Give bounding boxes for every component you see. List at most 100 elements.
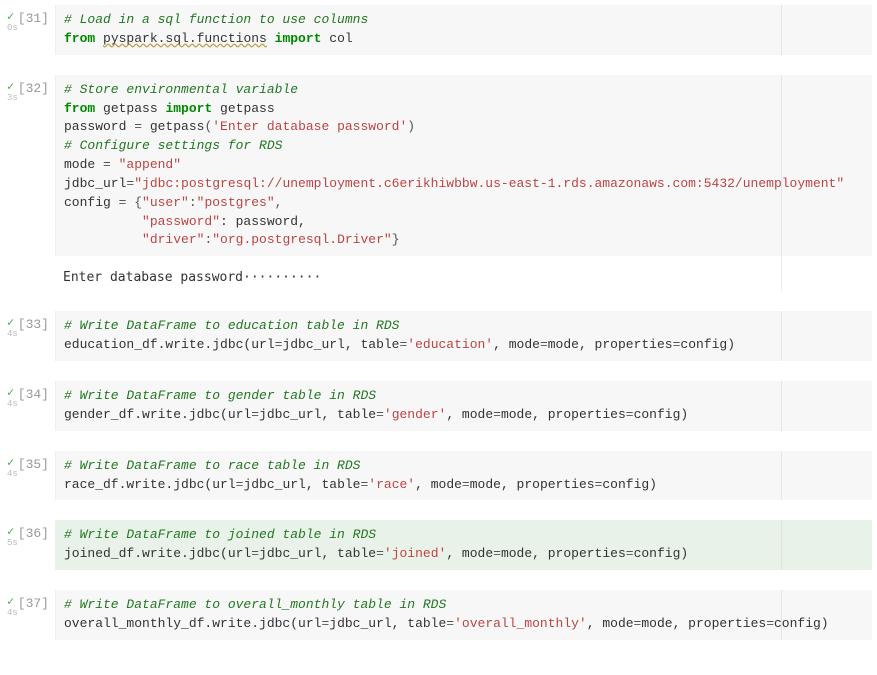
code-token: config [64,195,119,210]
code-token: = [626,546,634,561]
code-token: = { [119,195,142,210]
check-icon: ✓ [7,79,14,94]
notebook-cell[interactable]: ✓[37]4s# Write DataFrame to overall_mont… [5,590,872,640]
code-token: getpass [103,101,165,116]
cell-gutter[interactable]: ✓[31]0s [5,5,55,55]
check-icon: ✓ [7,9,14,24]
cell-gutter[interactable]: ✓[33]4s [5,311,55,361]
code-token: jdbc_url, table [282,337,399,352]
code-token: ) [407,119,415,134]
code-token: = [540,337,548,352]
code-token: education_df.write.jdbc(url [64,337,275,352]
cell-body: # Load in a sql function to use columns … [55,5,872,55]
ruler-line [781,311,782,361]
code-token: "postgres" [197,195,275,210]
code-token: mode, properties [470,477,595,492]
code-token: jdbc_url, table [243,477,360,492]
code-token: config) [634,546,689,561]
code-token: = [376,407,384,422]
code-token: = [626,407,634,422]
code-token: = [446,616,454,631]
code-input[interactable]: # Store environmental variable from getp… [55,75,872,257]
cell-exec-time: 4s [7,329,18,339]
code-token: "user" [142,195,189,210]
code-token: password [64,119,134,134]
code-token: config) [680,337,735,352]
code-token [64,214,142,229]
code-input[interactable]: # Write DataFrame to overall_monthly tab… [55,590,872,640]
code-token: # Write DataFrame to education table in … [64,318,399,333]
code-token: from [64,31,103,46]
code-token: , mode [446,546,493,561]
code-token: , mode [493,337,540,352]
code-token: race_df.write.jdbc(url [64,477,236,492]
code-token: mode [64,157,103,172]
code-token: 'race' [368,477,415,492]
code-token: getpass [150,119,205,134]
check-icon: ✓ [7,524,14,539]
code-token: # Configure settings for RDS [64,138,282,153]
check-icon: ✓ [7,385,14,400]
code-input[interactable]: # Load in a sql function to use columns … [55,5,872,55]
code-token: = [134,119,150,134]
code-token: "append" [119,157,181,172]
code-token: , mode [587,616,634,631]
check-icon: ✓ [7,315,14,330]
cell-body: # Write DataFrame to race table in RDS r… [55,451,872,501]
ruler-line [781,5,782,55]
code-token [267,31,275,46]
code-input[interactable]: # Write DataFrame to gender table in RDS… [55,381,872,431]
cell-gutter[interactable]: ✓[35]4s [5,451,55,501]
code-token: mode, properties [501,546,626,561]
cell-body: # Store environmental variable from getp… [55,75,872,292]
cell-exec-time: 4s [7,608,18,618]
code-token [64,232,142,247]
code-token: "password" [142,214,220,229]
notebook-cell[interactable]: ✓[35]4s# Write DataFrame to race table i… [5,451,872,501]
code-token: = [251,546,259,561]
notebook-cell[interactable]: ✓[32]3s# Store environmental variable fr… [5,75,872,292]
notebook-container: ✓[31]0s# Load in a sql function to use c… [5,5,872,640]
notebook-cell[interactable]: ✓[34]4s# Write DataFrame to gender table… [5,381,872,431]
notebook-cell[interactable]: ✓[36]5s# Write DataFrame to joined table… [5,520,872,570]
code-token: # Write DataFrame to joined table in RDS [64,527,376,542]
code-token: mode, properties [501,407,626,422]
code-token: config) [602,477,657,492]
code-token: jdbc_url [64,176,126,191]
cell-body: # Write DataFrame to gender table in RDS… [55,381,872,431]
cell-body: # Write DataFrame to overall_monthly tab… [55,590,872,640]
code-token: mode, properties [548,337,673,352]
code-input[interactable]: # Write DataFrame to education table in … [55,311,872,361]
code-token: overall_monthly_df.write.jdbc(url [64,616,321,631]
code-token: # Write DataFrame to race table in RDS [64,458,360,473]
notebook-cell[interactable]: ✓[33]4s # Write DataFrame to education ta… [5,311,872,361]
code-token: 'education' [407,337,493,352]
ruler-line [781,451,782,501]
code-input[interactable]: # Write DataFrame to race table in RDS r… [55,451,872,501]
code-token: : [189,195,197,210]
cell-body: # Write DataFrame to joined table in RDS… [55,520,872,570]
cell-gutter[interactable]: ✓[32]3s [5,75,55,292]
cell-body: # Write DataFrame to education table in … [55,311,872,361]
ruler-line [781,520,782,570]
code-token: = [766,616,774,631]
code-token: config) [634,407,689,422]
code-token: # Write DataFrame to gender table in RDS [64,388,376,403]
code-token: } [392,232,400,247]
code-token: "org.postgresql.Driver" [212,232,391,247]
code-token: joined_df.write.jdbc(url [64,546,251,561]
cell-gutter[interactable]: ✓[36]5s [5,520,55,570]
code-token: = [493,407,501,422]
code-input[interactable]: # Write DataFrame to joined table in RDS… [55,520,872,570]
cell-exec-time: 5s [7,538,18,548]
notebook-cell[interactable]: ✓[31]0s# Load in a sql function to use c… [5,5,872,55]
cell-gutter[interactable]: ✓[37]4s [5,590,55,640]
cell-exec-time: 0s [7,23,18,33]
cell-exec-time: 4s [7,399,18,409]
cell-gutter[interactable]: ✓[34]4s [5,381,55,431]
code-token: "driver" [142,232,204,247]
code-token: jdbc_url, table [259,407,376,422]
code-token: 'overall_monthly' [454,616,587,631]
code-token: jdbc_url, table [329,616,446,631]
code-token: = [376,546,384,561]
